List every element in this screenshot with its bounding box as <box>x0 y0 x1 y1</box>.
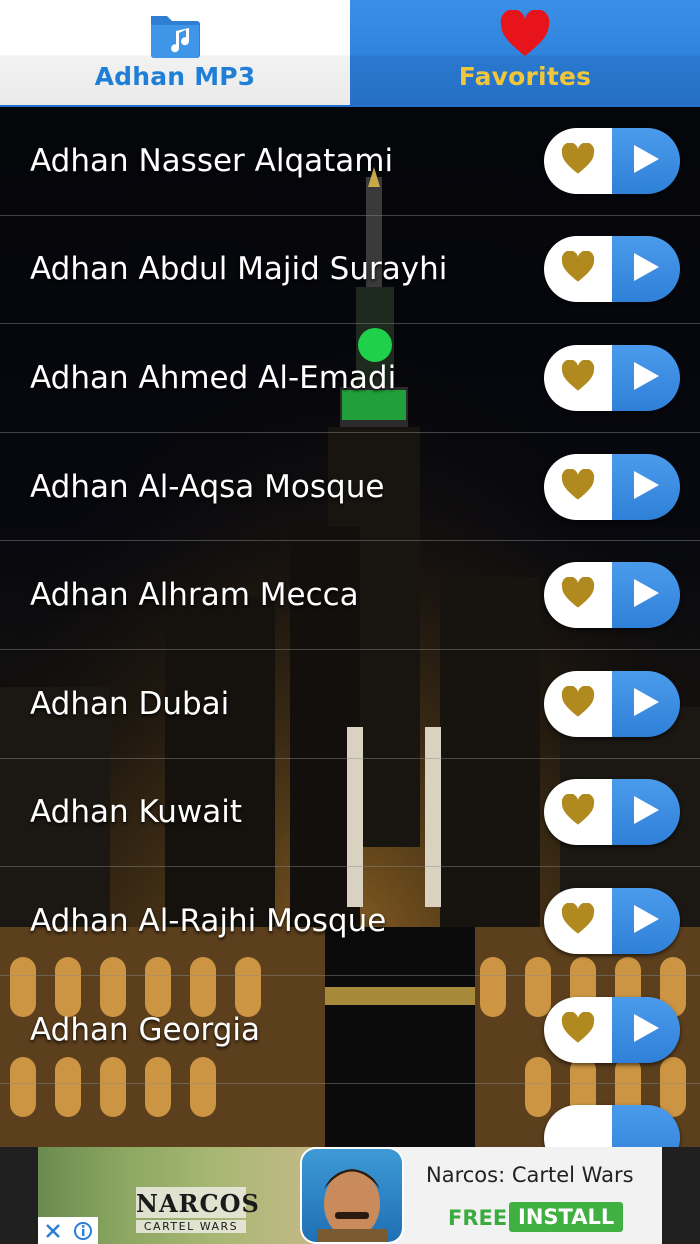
adhan-title: Adhan Al-Aqsa Mosque <box>30 468 385 505</box>
list-item[interactable]: Adhan Dubai <box>0 650 700 759</box>
heart-icon <box>560 142 596 179</box>
ad-controls <box>38 1217 98 1244</box>
heart-icon <box>499 9 551 62</box>
heart-icon <box>560 250 596 287</box>
ad-title[interactable]: Narcos: Cartel Wars <box>426 1163 634 1187</box>
favorite-button[interactable] <box>544 562 612 629</box>
list-item[interactable]: Adhan Al-Rajhi Mosque <box>0 867 700 976</box>
ad-brand-subtitle: CARTEL WARS <box>136 1220 246 1233</box>
ad-price: FREE <box>448 1206 508 1230</box>
tab-bar: Adhan MP3 Favorites <box>0 0 700 107</box>
adhan-title: Adhan Alhram Mecca <box>30 577 359 614</box>
adhan-title: Adhan Abdul Majid Surayhi <box>30 251 448 288</box>
favorite-button[interactable] <box>544 1105 612 1147</box>
action-pill <box>544 670 680 737</box>
list-item[interactable]: Adhan Ahmed Al-Emadi <box>0 324 700 433</box>
heart-icon <box>560 1011 596 1048</box>
favorite-button[interactable] <box>544 453 612 520</box>
play-button[interactable] <box>612 670 680 737</box>
list-item[interactable]: Adhan Nasser Alqatami <box>0 107 700 216</box>
play-button[interactable] <box>612 562 680 629</box>
action-pill <box>544 562 680 629</box>
list-item[interactable]: Adhan Kuwait <box>0 759 700 868</box>
info-icon[interactable] <box>68 1217 98 1244</box>
favorite-button[interactable] <box>544 344 612 411</box>
play-button[interactable] <box>612 779 680 846</box>
action-pill <box>544 344 680 411</box>
tab-adhan-mp3[interactable]: Adhan MP3 <box>0 0 350 107</box>
favorite-button[interactable] <box>544 236 612 303</box>
action-pill <box>544 996 680 1063</box>
ad-content[interactable]: NARCOS CARTEL WARS Narcos: Cartel Wars F… <box>38 1147 662 1244</box>
play-button[interactable] <box>612 344 680 411</box>
heart-icon <box>560 468 596 505</box>
heart-icon <box>560 902 596 939</box>
ad-brand: NARCOS <box>136 1187 260 1218</box>
play-button[interactable] <box>612 887 680 954</box>
ad-install-button[interactable]: INSTALL <box>509 1202 624 1232</box>
heart-icon <box>560 359 596 396</box>
action-pill <box>544 453 680 520</box>
play-icon <box>631 143 661 179</box>
adhan-title: Adhan Georgia <box>30 1011 261 1048</box>
play-button[interactable] <box>612 453 680 520</box>
list-item-partial[interactable] <box>0 1084 700 1147</box>
heart-icon <box>560 576 596 613</box>
tab-label: Favorites <box>458 62 592 91</box>
favorite-button[interactable] <box>544 127 612 194</box>
favorite-button[interactable] <box>544 996 612 1063</box>
adhan-title: Adhan Ahmed Al-Emadi <box>30 359 397 396</box>
adhan-title: Adhan Dubai <box>30 685 230 722</box>
list-item[interactable]: Adhan Alhram Mecca <box>0 541 700 650</box>
play-icon <box>631 577 661 613</box>
close-icon[interactable] <box>38 1217 68 1244</box>
adhan-list: Adhan Nasser Alqatami Adhan Abdul Majid … <box>0 107 700 1147</box>
play-icon <box>631 686 661 722</box>
heart-icon <box>560 685 596 722</box>
play-icon <box>631 1012 661 1048</box>
play-button[interactable] <box>612 996 680 1063</box>
adhan-title: Adhan Al-Rajhi Mosque <box>30 902 387 939</box>
list-item[interactable]: Adhan Al-Aqsa Mosque <box>0 433 700 542</box>
play-icon <box>631 794 661 830</box>
play-icon <box>631 903 661 939</box>
list-item[interactable]: Adhan Abdul Majid Surayhi <box>0 216 700 325</box>
heart-icon <box>560 793 596 830</box>
play-button[interactable] <box>612 1105 680 1147</box>
adhan-title: Adhan Kuwait <box>30 794 243 831</box>
play-button[interactable] <box>612 127 680 194</box>
tab-label: Adhan MP3 <box>94 62 256 91</box>
action-pill <box>544 1105 680 1147</box>
play-button[interactable] <box>612 236 680 303</box>
ad-banner[interactable]: NARCOS CARTEL WARS Narcos: Cartel Wars F… <box>0 1147 700 1244</box>
favorite-button[interactable] <box>544 670 612 737</box>
play-icon <box>631 469 661 505</box>
favorite-button[interactable] <box>544 887 612 954</box>
adhan-title: Adhan Nasser Alqatami <box>30 142 394 179</box>
list-item[interactable]: Adhan Georgia <box>0 976 700 1085</box>
tab-favorites[interactable]: Favorites <box>350 0 700 107</box>
action-pill <box>544 779 680 846</box>
ad-app-icon[interactable] <box>302 1149 402 1242</box>
favorite-button[interactable] <box>544 779 612 846</box>
play-icon <box>631 360 661 396</box>
action-pill <box>544 127 680 194</box>
action-pill <box>544 236 680 303</box>
play-icon <box>631 251 661 287</box>
folder-music-icon <box>148 10 202 64</box>
action-pill <box>544 887 680 954</box>
